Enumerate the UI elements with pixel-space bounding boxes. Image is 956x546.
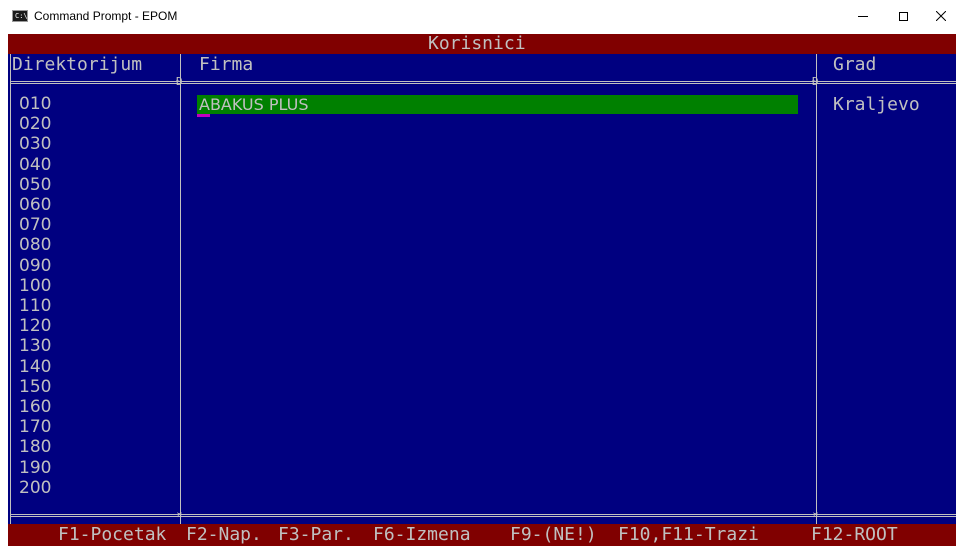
directory-item[interactable]: 060 xyxy=(19,195,51,215)
directory-item[interactable]: 130 xyxy=(19,336,51,356)
maximize-icon xyxy=(898,11,908,21)
firm-name: ABAKUS PLUS xyxy=(199,95,309,114)
f1-home-key[interactable]: F1-Pocetak xyxy=(58,524,166,546)
city-value: Kraljevo xyxy=(833,94,920,115)
footer-junction-left: ¤ xyxy=(176,508,183,521)
directory-item[interactable]: 040 xyxy=(19,155,51,175)
directory-item[interactable]: 090 xyxy=(19,256,51,276)
console-screen[interactable]: Korisnici Direktorijum Firma Grad Ð Ð ¤ … xyxy=(8,34,956,546)
column-header-directory: Direktorijum xyxy=(12,54,143,75)
directory-item[interactable]: 100 xyxy=(19,276,51,296)
close-icon xyxy=(936,11,946,21)
window-titlebar[interactable]: C:\ Command Prompt - EPOM xyxy=(0,0,956,34)
directory-item[interactable]: 180 xyxy=(19,437,51,457)
directory-item[interactable]: 160 xyxy=(19,397,51,417)
f10-f11-search-key[interactable]: F10,F11-Trazi xyxy=(618,524,759,546)
column-header-firm: Firma xyxy=(199,54,254,75)
f2-note-key[interactable]: F2-Nap. xyxy=(186,524,262,546)
maximize-button[interactable] xyxy=(888,4,918,28)
directory-item[interactable]: 010 xyxy=(19,94,51,114)
footer-junction-right: ¤ xyxy=(812,508,819,521)
console-app-icon[interactable]: C:\ xyxy=(12,10,28,22)
minimize-icon xyxy=(858,15,868,17)
directory-item[interactable]: 110 xyxy=(19,296,51,316)
f12-root-key[interactable]: F12-ROOT xyxy=(811,524,898,546)
screen-header-bar: Korisnici xyxy=(8,34,956,54)
column-header-city: Grad xyxy=(833,54,877,75)
close-button[interactable] xyxy=(926,4,956,28)
column-divider-left xyxy=(180,54,181,524)
function-key-bar: F1-Pocetak F2-Nap. F3-Par. F6-Izmena F9-… xyxy=(8,524,956,546)
text-cursor xyxy=(197,114,210,117)
selected-firm-row[interactable]: ABAKUS PLUS xyxy=(197,95,798,114)
f6-edit-key[interactable]: F6-Izmena xyxy=(373,524,471,546)
directory-item[interactable]: 200 xyxy=(19,478,51,498)
f9-key[interactable]: F9-(NE!) xyxy=(510,524,597,546)
directory-item[interactable]: 030 xyxy=(19,134,51,154)
directory-item[interactable]: 070 xyxy=(19,215,51,235)
directory-item[interactable]: 150 xyxy=(19,377,51,397)
header-junction-left: Ð xyxy=(176,75,183,88)
directory-item[interactable]: 080 xyxy=(19,235,51,255)
directory-item[interactable]: 050 xyxy=(19,175,51,195)
directory-item[interactable]: 190 xyxy=(19,458,51,478)
directory-item[interactable]: 020 xyxy=(19,114,51,134)
directory-item[interactable]: 120 xyxy=(19,316,51,336)
window-title: Command Prompt - EPOM xyxy=(34,9,178,23)
directory-item[interactable]: 170 xyxy=(19,417,51,437)
frame-left-line xyxy=(10,54,11,524)
minimize-button[interactable] xyxy=(848,4,878,28)
directory-item[interactable]: 140 xyxy=(19,357,51,377)
header-junction-right: Ð xyxy=(812,75,819,88)
screen-title: Korisnici xyxy=(428,34,526,54)
f3-params-key[interactable]: F3-Par. xyxy=(278,524,354,546)
directory-list: 010 020 030 040 050 060 070 080 090 100 … xyxy=(19,94,51,498)
column-divider-right xyxy=(816,54,817,524)
